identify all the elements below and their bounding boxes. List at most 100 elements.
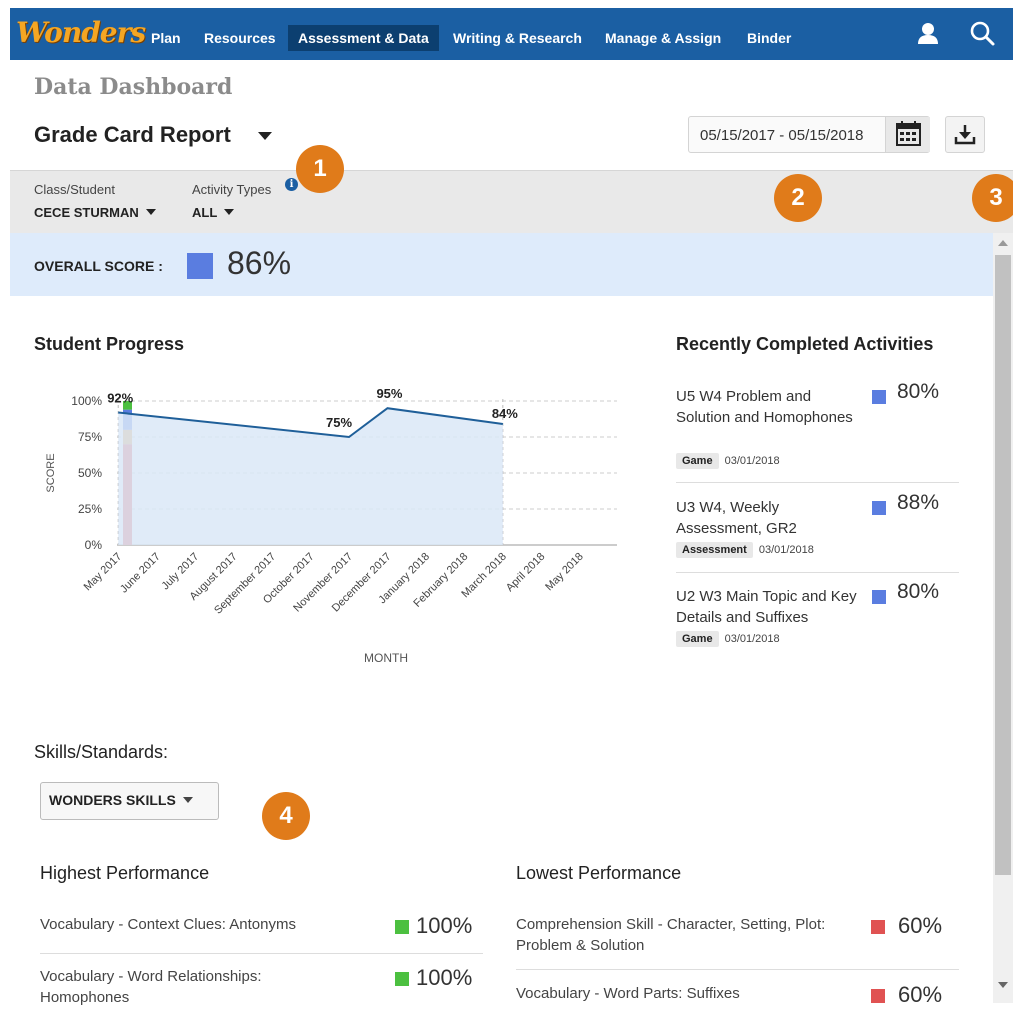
nav-resources[interactable]: Resources: [194, 25, 286, 51]
skill-score: 60%: [898, 983, 943, 1003]
overall-score-label: OVERALL SCORE :: [34, 258, 163, 274]
score-area: [118, 408, 503, 545]
report-title[interactable]: Grade Card Report: [34, 122, 231, 148]
activity-title[interactable]: U3 W4, Weekly Assessment, GR2: [676, 497, 856, 539]
skill-label: Vocabulary - Word Parts: Suffixes: [516, 985, 740, 1002]
class-student-dropdown[interactable]: CECE STURMAN: [34, 205, 156, 220]
activity-types-value: ALL: [192, 205, 218, 220]
skill-score: 100%: [416, 966, 473, 990]
filter-bar: Class/Student CECE STURMAN Activity Type…: [10, 170, 1013, 233]
recent-activities-heading: Recently Completed Activities: [676, 334, 934, 354]
activity-types-dropdown[interactable]: ALL: [192, 205, 235, 220]
skills-standards-heading: Skills/Standards:: [34, 742, 169, 762]
activity-score: 88%: [897, 491, 940, 514]
highest-skill-row: Vocabulary - Word Relationships: Homopho…: [40, 966, 483, 1006]
lowest-skill-row: Vocabulary - Word Parts: Suffixes 60%: [516, 983, 959, 1003]
download-icon: [954, 125, 976, 145]
skills-dropdown[interactable]: WONDERS SKILLS: [40, 782, 219, 820]
skill-score-swatch: [395, 920, 409, 934]
search-icon[interactable]: [968, 20, 996, 48]
activity-item[interactable]: U2 W3 Main Topic and Key Details and Suf…: [676, 580, 959, 662]
scroll-up-arrow-icon[interactable]: [998, 240, 1008, 246]
callout-badge: 3: [972, 174, 1013, 222]
y-tick-label: 100%: [71, 394, 102, 408]
data-label: 84%: [492, 406, 518, 421]
y-tick-label: 75%: [78, 430, 102, 444]
lowest-skill-row: Comprehension Skill - Character, Setting…: [516, 913, 959, 970]
activity-type-badge: Assessment: [676, 542, 753, 558]
x-tick-label: May 2018: [543, 551, 586, 594]
scrollbar-thumb[interactable]: [995, 255, 1011, 875]
activity-date: 03/01/2018: [724, 633, 780, 645]
activity-date: 03/01/2018: [724, 455, 780, 467]
skill-label: Vocabulary - Word Relationships: Homopho…: [40, 968, 262, 1006]
calendar-icon: [896, 121, 921, 146]
nav-binder[interactable]: Binder: [737, 25, 801, 51]
data-label: 92%: [107, 391, 133, 406]
activity-type-badge: Game: [676, 631, 719, 647]
activity-date: 03/01/2018: [758, 544, 814, 556]
progress-chart-svg: 100%75%50%25%0%SCORE92%75%95%84%May 2017…: [45, 386, 617, 665]
highest-performance-heading: Highest Performance: [40, 863, 210, 883]
app-frame: Wonders Plan Resources Assessment & Data…: [0, 0, 1013, 1011]
activity-title[interactable]: U2 W3 Main Topic and Key Details and Suf…: [676, 586, 861, 628]
dashboard-title: Data Dashboard: [34, 74, 233, 100]
activity-item[interactable]: U5 W4 Problem and Solution and Homophone…: [676, 380, 959, 483]
wonders-logo[interactable]: Wonders: [16, 16, 146, 49]
report-dropdown-caret-icon[interactable]: [258, 132, 272, 140]
skill-label: Vocabulary - Context Clues: Antonyms: [40, 916, 296, 933]
skills-dropdown-value: WONDERS SKILLS: [49, 792, 176, 808]
data-label: 95%: [376, 386, 402, 401]
chevron-down-icon: [145, 209, 156, 215]
activity-item[interactable]: U3 W4, Weekly Assessment, GR2 Assessment…: [676, 491, 959, 573]
callout-badge: 4: [262, 792, 310, 840]
date-range-picker[interactable]: 05/15/2017 - 05/15/2018: [688, 116, 930, 153]
skill-score: 60%: [898, 913, 943, 938]
activity-score-swatch: [872, 390, 886, 404]
activity-meta: Game 03/01/2018: [676, 629, 780, 647]
x-tick-label: April 2018: [504, 551, 548, 595]
calendar-button[interactable]: [885, 117, 930, 152]
data-label: 75%: [326, 415, 352, 430]
user-icon[interactable]: [914, 20, 942, 48]
activity-score-swatch: [872, 501, 886, 515]
y-tick-label: 25%: [78, 502, 102, 516]
nav-plan[interactable]: Plan: [141, 25, 191, 51]
skill-label: Comprehension Skill - Character, Setting…: [516, 916, 826, 954]
activity-meta: Assessment 03/01/2018: [676, 540, 814, 558]
y-axis-label: SCORE: [45, 453, 57, 492]
class-student-label: Class/Student: [34, 182, 115, 197]
nav-assessment-data[interactable]: Assessment & Data: [288, 25, 439, 51]
scroll-down-arrow-icon[interactable]: [998, 982, 1008, 988]
y-tick-label: 50%: [78, 466, 102, 480]
y-tick-label: 0%: [85, 538, 103, 552]
chevron-down-icon: [224, 209, 235, 215]
overall-score-value: 86%: [227, 245, 292, 281]
nav-manage-assign[interactable]: Manage & Assign: [595, 25, 731, 51]
skill-score-swatch: [871, 920, 885, 934]
student-progress-chart: 100% 75% 50% 25% 0% SCORE 92% 75% 95% 84% May 2017…: [40, 370, 640, 680]
skill-score-swatch: [395, 972, 409, 986]
lowest-performance-heading: Lowest Performance: [516, 863, 682, 883]
top-nav: Wonders Plan Resources Assessment & Data…: [10, 8, 1013, 60]
overall-score-swatch: [187, 253, 213, 279]
callout-badge: 1: [296, 145, 344, 193]
activity-score: 80%: [897, 580, 940, 603]
download-button[interactable]: [945, 116, 985, 153]
student-progress-heading: Student Progress: [34, 334, 185, 354]
chevron-down-icon: [182, 797, 193, 803]
info-icon[interactable]: i: [285, 178, 298, 191]
activity-type-badge: Game: [676, 453, 719, 469]
x-tick-label: June 2017: [118, 551, 163, 596]
class-student-value: CECE STURMAN: [34, 205, 139, 220]
x-axis-label: MONTH: [364, 651, 408, 665]
overall-score-banner: OVERALL SCORE : 86%: [10, 233, 993, 296]
activity-score: 80%: [897, 380, 940, 403]
callout-badge: 2: [774, 174, 822, 222]
highest-skill-row: Vocabulary - Context Clues: Antonyms 100…: [40, 913, 483, 954]
activity-title[interactable]: U5 W4 Problem and Solution and Homophone…: [676, 386, 856, 428]
skill-score-swatch: [871, 989, 885, 1003]
nav-writing-research[interactable]: Writing & Research: [443, 25, 592, 51]
date-range-value: 05/15/2017 - 05/15/2018: [700, 127, 864, 144]
activity-score-swatch: [872, 590, 886, 604]
